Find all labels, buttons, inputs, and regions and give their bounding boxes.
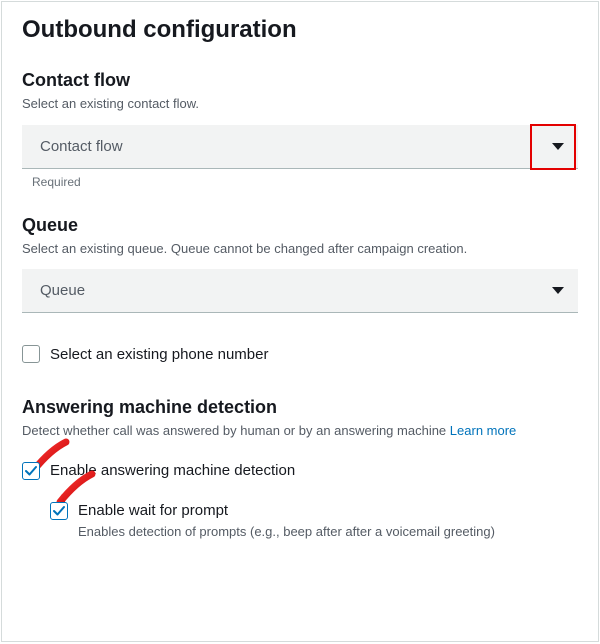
contact-flow-select[interactable]: Contact flow [22,125,578,169]
checkbox-checked-icon [50,502,68,520]
checkbox-unchecked-icon [22,345,40,363]
learn-more-link[interactable]: Learn more [450,423,516,438]
queue-section: Queue Select an existing queue. Queue ca… [22,215,578,314]
enable-wait-for-prompt-label: Enable wait for prompt [78,502,228,519]
select-existing-phone-label: Select an existing phone number [50,346,268,363]
outbound-configuration-panel: Outbound configuration Contact flow Sele… [1,1,599,642]
queue-select[interactable]: Queue [22,269,578,313]
enable-wait-for-prompt-checkbox[interactable]: Enable wait for prompt [50,502,578,520]
queue-select-placeholder: Queue [40,282,85,299]
enable-amd-label: Enable answering machine detection [50,462,295,479]
enable-amd-checkbox[interactable]: Enable answering machine detection [22,462,578,480]
queue-desc: Select an existing queue. Queue cannot b… [22,240,578,258]
chevron-down-icon [552,143,564,150]
select-existing-phone-checkbox[interactable]: Select an existing phone number [22,345,578,363]
enable-wait-for-prompt-sublabel: Enables detection of prompts (e.g., beep… [78,524,578,539]
contact-flow-desc: Select an existing contact flow. [22,95,578,113]
amd-section: Answering machine detection Detect wheth… [22,397,578,539]
phone-number-section: Select an existing phone number [22,345,578,363]
page-title: Outbound configuration [22,16,578,44]
contact-flow-select-placeholder: Contact flow [40,138,123,155]
contact-flow-title: Contact flow [22,70,578,91]
contact-flow-section: Contact flow Select an existing contact … [22,70,578,189]
checkbox-checked-icon [22,462,40,480]
chevron-down-icon [552,287,564,294]
contact-flow-constraint: Required [32,175,578,189]
amd-desc: Detect whether call was answered by huma… [22,422,578,440]
amd-title: Answering machine detection [22,397,578,418]
queue-title: Queue [22,215,578,236]
